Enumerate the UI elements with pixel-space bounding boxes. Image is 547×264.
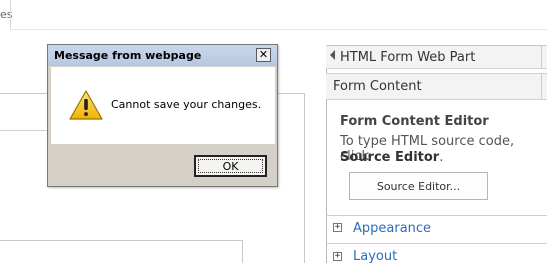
dialog-title: Message from webpage [54, 49, 202, 62]
panel-divider [0, 130, 50, 131]
section-separator [326, 243, 547, 244]
expand-plus-icon[interactable]: + [333, 223, 342, 232]
warning-icon [69, 90, 103, 120]
top-border [10, 29, 547, 30]
editor-title: Form Content Editor [340, 114, 489, 129]
form-content-title: Form Content [333, 79, 422, 94]
source-editor-button[interactable]: Source Editor... [349, 172, 488, 200]
editor-description-end: . [439, 150, 444, 165]
section-separator [326, 215, 547, 216]
editor-description-line2: Source Editor. [340, 150, 443, 165]
layout-link[interactable]: Layout [353, 249, 397, 264]
tool-pane-divider [541, 45, 542, 69]
dialog-message: Cannot save your changes. [111, 98, 262, 111]
close-icon[interactable]: ✕ [256, 48, 271, 62]
expand-plus-icon[interactable]: + [333, 252, 342, 261]
content-inner-box [0, 240, 243, 263]
tab-divider [10, 0, 11, 30]
collapse-arrow-icon[interactable] [330, 50, 335, 60]
source-editor-emphasis: Source Editor [340, 150, 440, 165]
appearance-link[interactable]: Appearance [353, 221, 431, 236]
form-content-divider [541, 73, 542, 100]
tool-pane-title: HTML Form Web Part [340, 50, 476, 65]
ok-button[interactable]: OK [194, 155, 267, 177]
top-tab-strip [0, 0, 547, 30]
